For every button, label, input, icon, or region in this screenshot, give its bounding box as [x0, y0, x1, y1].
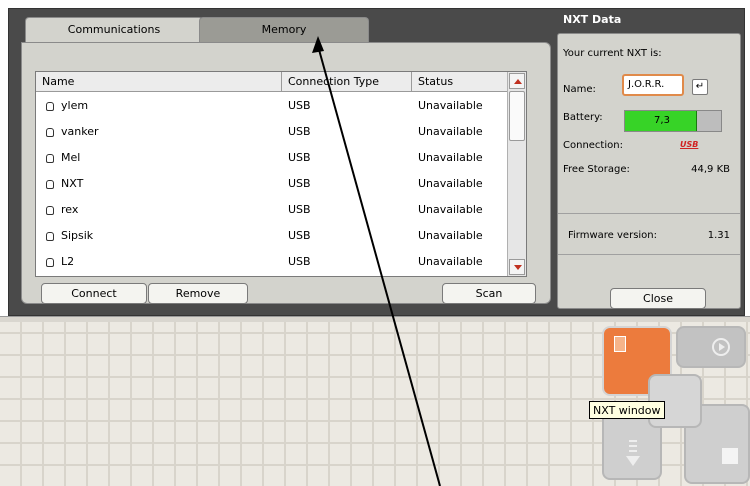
scan-button[interactable]: Scan — [442, 283, 536, 304]
nxt-data-title: NXT Data — [563, 13, 622, 26]
free-storage-value: 44,9 KB — [691, 164, 730, 175]
device-list: Name Connection Type Status ylem USB Unava… — [35, 71, 527, 277]
nxt-info-section: Your current NXT is: Name: J.O.R.R. ↵ Ba… — [558, 34, 740, 214]
scroll-thumb[interactable] — [509, 91, 525, 141]
connection-type-cell: USB — [288, 229, 311, 242]
remove-button[interactable]: Remove — [148, 283, 248, 304]
nxt-dialog: Communications Memory Name Connection Ty… — [8, 8, 745, 316]
status-cell: Unavailable — [418, 255, 483, 268]
device-name: L2 — [61, 255, 75, 268]
connection-type-cell: USB — [288, 177, 311, 190]
close-button[interactable]: Close — [610, 288, 706, 309]
nxt-brick-icon — [614, 336, 626, 352]
device-name-cell: Mel — [36, 145, 282, 171]
device-name: Mel — [61, 151, 81, 164]
current-nxt-label: Your current NXT is: — [563, 48, 662, 59]
status-cell: Unavailable — [418, 177, 483, 190]
table-row[interactable]: NXT USB Unavailable — [36, 171, 508, 197]
device-name-cell: rex — [36, 197, 282, 223]
firmware-label: Firmware version: — [568, 230, 658, 241]
status-cell: Unavailable — [418, 229, 483, 242]
table-row[interactable]: vanker USB Unavailable — [36, 119, 508, 145]
download-icon — [626, 440, 640, 466]
firmware-value: 1.31 — [707, 230, 730, 241]
nxt-brick-icon — [46, 153, 54, 163]
run-button[interactable] — [676, 326, 746, 368]
nxt-brick-icon — [46, 179, 54, 189]
tooltip: NXT window — [589, 401, 665, 419]
nxt-name-field[interactable]: J.O.R.R. — [622, 74, 684, 96]
communications-pane: Communications Memory Name Connection Ty… — [15, 9, 551, 309]
table-row[interactable]: Mel USB Unavailable — [36, 145, 508, 171]
enter-icon[interactable]: ↵ — [692, 79, 708, 95]
connect-button[interactable]: Connect — [41, 283, 147, 304]
nxt-brick-icon — [46, 127, 54, 137]
connection-type-cell: USB — [288, 99, 311, 112]
status-cell: Unavailable — [418, 125, 483, 138]
nxt-data-panel: Your current NXT is: Name: J.O.R.R. ↵ Ba… — [557, 33, 741, 309]
device-name-cell: vanker — [36, 119, 282, 145]
name-label: Name: — [563, 84, 596, 95]
device-name-cell: ylem — [36, 93, 282, 119]
column-header-connection-type[interactable]: Connection Type — [282, 72, 412, 92]
tab-memory[interactable]: Memory — [199, 17, 369, 43]
battery-meter: 7,3 — [624, 110, 722, 132]
status-cell: Unavailable — [418, 203, 483, 216]
column-header-status[interactable]: Status — [412, 72, 508, 92]
stop-icon — [722, 448, 738, 464]
divider — [558, 254, 740, 255]
device-name-cell: Sipsik — [36, 223, 282, 249]
list-scrollbar[interactable] — [507, 72, 526, 276]
tab-communications[interactable]: Communications — [25, 17, 203, 43]
table-row[interactable]: ylem USB Unavailable — [36, 93, 508, 119]
list-header: Name Connection Type Status — [36, 72, 508, 92]
connection-type-cell: USB — [288, 203, 311, 216]
play-icon — [712, 338, 730, 356]
nxt-data-pane: NXT Data Your current NXT is: Name: J.O.… — [555, 9, 745, 315]
device-name: ylem — [61, 99, 89, 112]
usb-icon: USB — [680, 140, 699, 149]
free-storage-label: Free Storage: — [563, 164, 630, 175]
nxt-brick-icon — [46, 231, 54, 241]
table-row[interactable]: rex USB Unavailable — [36, 197, 508, 223]
device-name-cell: L2 — [36, 249, 282, 275]
connection-type-cell: USB — [288, 255, 311, 268]
status-cell: Unavailable — [418, 151, 483, 164]
status-cell: Unavailable — [418, 99, 483, 112]
connection-type-cell: USB — [288, 151, 311, 164]
table-row[interactable]: Sipsik USB Unavailable — [36, 223, 508, 249]
device-name-cell: NXT — [36, 171, 282, 197]
nxt-brick-icon — [46, 101, 54, 111]
table-row[interactable]: L2 USB Unavailable — [36, 249, 508, 275]
connection-label: Connection: — [563, 140, 623, 151]
device-name: vanker — [61, 125, 99, 138]
nxt-brick-icon — [46, 257, 54, 267]
column-header-name[interactable]: Name — [36, 72, 282, 92]
connection-type-cell: USB — [288, 125, 311, 138]
battery-label: Battery: — [563, 112, 603, 123]
scroll-up-button[interactable] — [509, 73, 525, 89]
nxt-brick-icon — [46, 205, 54, 215]
device-name: rex — [61, 203, 79, 216]
device-name: NXT — [61, 177, 84, 190]
battery-value: 7,3 — [654, 115, 670, 126]
device-rows: ylem USB Unavailable vanker USB Unavailable Me… — [36, 93, 508, 275]
device-name: Sipsik — [61, 229, 94, 242]
scroll-down-button[interactable] — [509, 259, 525, 275]
